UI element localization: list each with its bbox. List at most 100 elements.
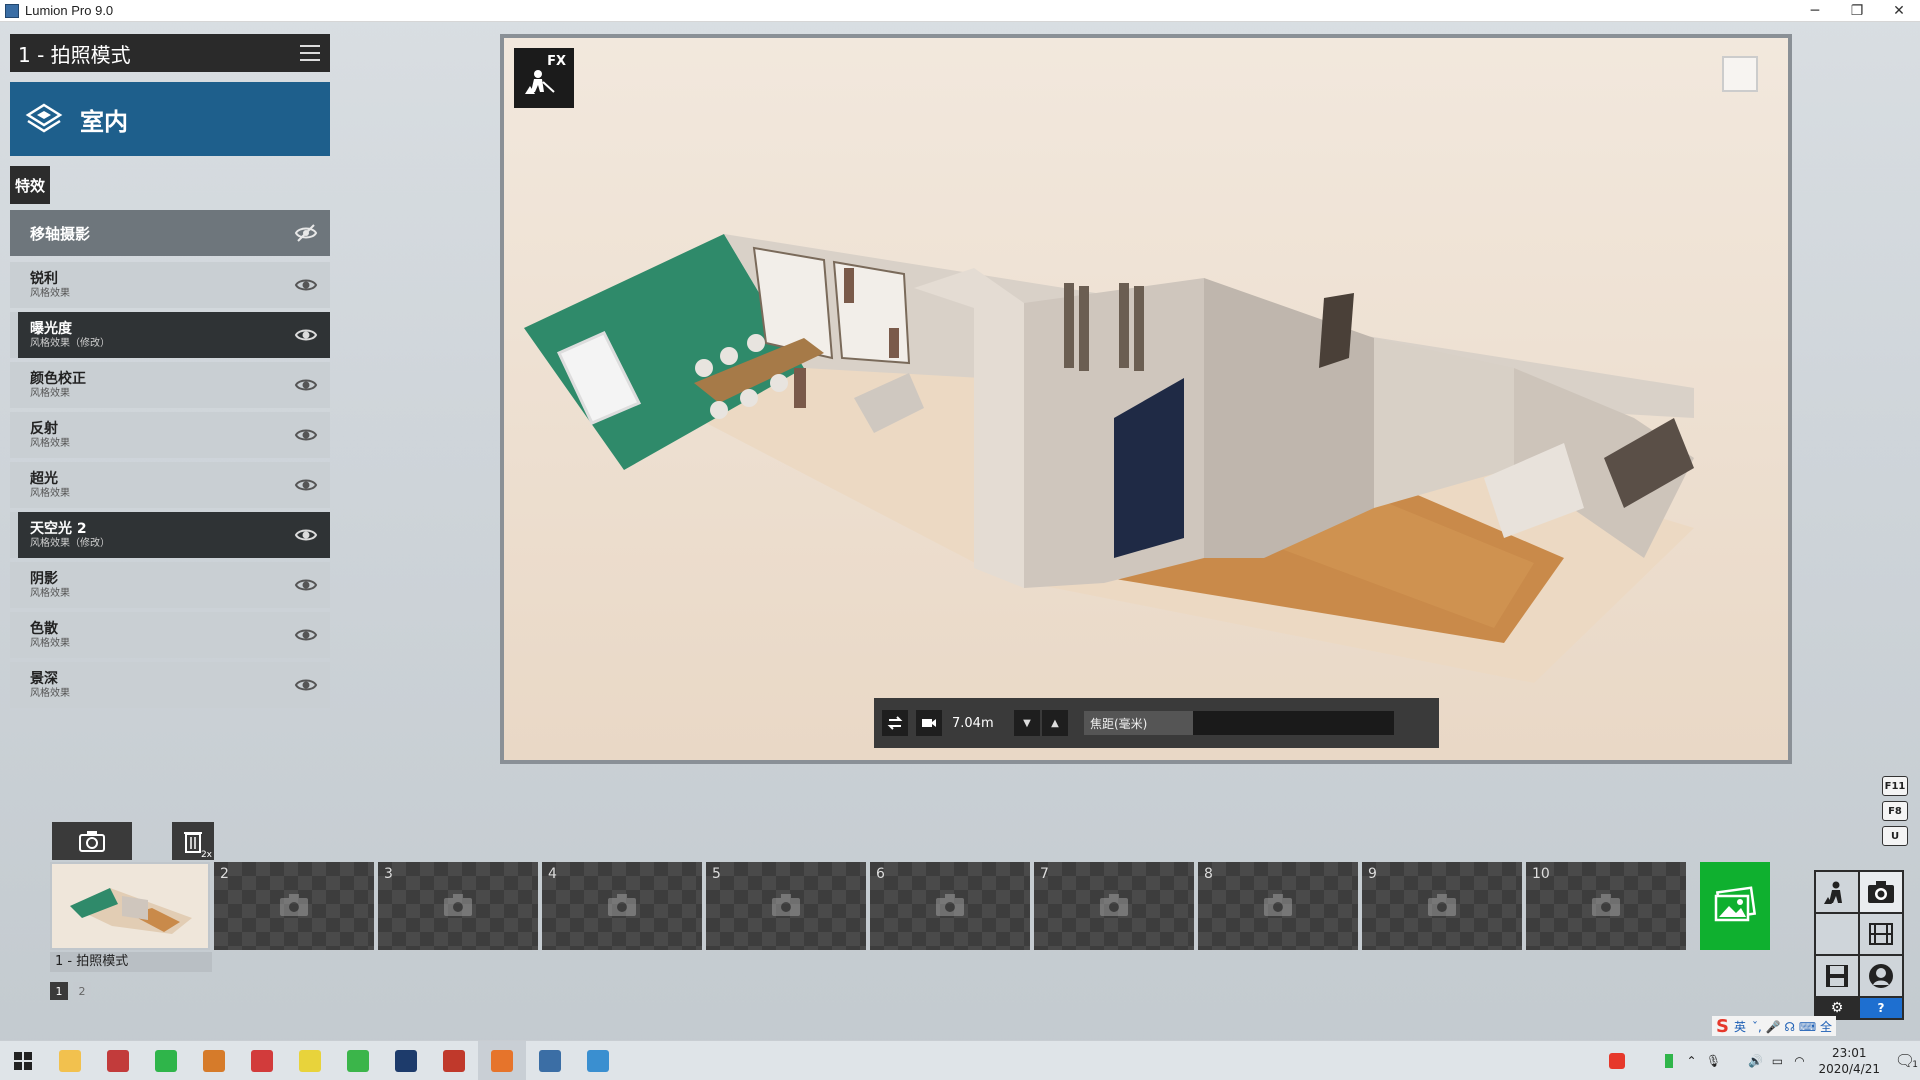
swap-camera-button[interactable]: [882, 710, 908, 736]
camera-placeholder-icon: [1264, 894, 1292, 916]
power-icon[interactable]: ▭: [1766, 1050, 1788, 1072]
close-button[interactable]: ✕: [1878, 0, 1920, 22]
mode-panel: ⚙ ?: [1814, 870, 1904, 1020]
file-explorer-icon: [59, 1049, 81, 1072]
taskbar-app-lumion[interactable]: [478, 1040, 526, 1080]
taskbar-app-player[interactable]: [286, 1041, 334, 1080]
eye-icon[interactable]: [294, 574, 318, 596]
maximize-button[interactable]: ❐: [1836, 0, 1878, 22]
render-photo-button[interactable]: [1700, 862, 1770, 950]
eye-icon[interactable]: [294, 474, 318, 496]
photo-slot[interactable]: 8: [1198, 862, 1358, 950]
fx-edit-button[interactable]: FX: [514, 48, 574, 108]
effect-item[interactable]: 景深 风格效果: [10, 662, 330, 708]
photoshop-icon: [395, 1049, 417, 1072]
photo-slot[interactable]: 5: [706, 862, 866, 950]
delete-photo-button[interactable]: 2x: [172, 822, 214, 860]
render-viewport[interactable]: FX 7.04m ▼ ▲ 焦距(毫米): [500, 34, 1792, 764]
taskbar-app-app-orange[interactable]: [190, 1041, 238, 1080]
chevron-up-icon[interactable]: ⌃: [1680, 1050, 1702, 1072]
wifi-icon[interactable]: ◠: [1788, 1050, 1810, 1072]
lumion-app-icon: [5, 3, 19, 18]
taskbar-app-app-remote[interactable]: [574, 1041, 622, 1080]
take-photo-button[interactable]: [52, 822, 132, 860]
effect-tilt-shift[interactable]: 移轴摄影: [10, 210, 330, 256]
eye-icon[interactable]: [294, 674, 318, 696]
notification-icon[interactable]: 🗨 1: [1890, 1050, 1920, 1072]
sogou-tray-icon[interactable]: [1606, 1050, 1628, 1072]
photo-slot[interactable]: 10: [1526, 862, 1686, 950]
shortcut-key[interactable]: F11: [1882, 776, 1908, 796]
effect-item[interactable]: 锐利 风格效果: [10, 262, 330, 308]
photo-slot[interactable]: 7: [1034, 862, 1194, 950]
taskbar-app-app-red-grid[interactable]: [94, 1041, 142, 1080]
height-down-button[interactable]: ▼: [1014, 710, 1040, 736]
spacer-cell: [1816, 914, 1858, 954]
volume-icon[interactable]: 🔊: [1744, 1050, 1766, 1072]
taskbar-app-file-explorer[interactable]: [46, 1041, 94, 1080]
ime-language[interactable]: 英: [1734, 1018, 1746, 1035]
page-number[interactable]: 1: [50, 982, 68, 1000]
movie-mode-button[interactable]: [1860, 914, 1902, 954]
minimize-button[interactable]: ─: [1794, 0, 1836, 22]
effect-item[interactable]: 超光 风格效果: [10, 462, 330, 508]
effects-tab[interactable]: 特效: [10, 166, 50, 204]
taskbar-app-app-green[interactable]: [142, 1041, 190, 1080]
taskbar-app-wechat[interactable]: [334, 1041, 382, 1080]
camera-height-button[interactable]: [916, 710, 942, 736]
photo-slot-1[interactable]: [50, 862, 210, 950]
microphone-icon[interactable]: 🎙: [1702, 1050, 1724, 1072]
effect-item[interactable]: 阴影 风格效果: [10, 562, 330, 608]
effect-item[interactable]: 颜色校正 风格效果: [10, 362, 330, 408]
eye-icon[interactable]: [294, 374, 318, 396]
eye-icon[interactable]: [294, 524, 318, 546]
height-up-button[interactable]: ▲: [1042, 710, 1068, 736]
photo-thumbnail: [52, 864, 208, 948]
slot-number: 4: [548, 866, 557, 882]
help-button[interactable]: ?: [1860, 998, 1902, 1018]
shortcut-key[interactable]: F8: [1882, 801, 1908, 821]
menu-icon[interactable]: [300, 45, 320, 61]
effect-item[interactable]: 反射 风格效果: [10, 412, 330, 458]
build-mode-button[interactable]: [1816, 872, 1858, 912]
focal-length-slider[interactable]: 焦距(毫米): [1084, 711, 1394, 735]
effect-item[interactable]: 曝光度 风格效果（修改）: [10, 312, 330, 358]
clock[interactable]: 23:01 2020/4/21: [1818, 1045, 1880, 1077]
eye-icon[interactable]: [294, 424, 318, 446]
taskbar-app-app-pdf[interactable]: [430, 1041, 478, 1080]
photo-slot[interactable]: 3: [378, 862, 538, 950]
camera-placeholder-icon: [1592, 894, 1620, 916]
photo-slot[interactable]: 6: [870, 862, 1030, 950]
panorama-mode-button[interactable]: [1860, 956, 1902, 996]
camera-placeholder-icon: [608, 894, 636, 916]
effect-item[interactable]: 色散 风格效果: [10, 612, 330, 658]
swap-icon: [887, 716, 903, 730]
photo-slot[interactable]: 2: [214, 862, 374, 950]
eye-icon[interactable]: [294, 324, 318, 346]
photo-slot[interactable]: 4: [542, 862, 702, 950]
app-red-grid-icon: [107, 1049, 129, 1072]
eye-off-icon[interactable]: [294, 221, 318, 245]
page-number[interactable]: 2: [73, 982, 91, 1000]
taskbar-app-app-cad[interactable]: [526, 1041, 574, 1080]
effect-subtitle: 风格效果: [30, 287, 70, 299]
floppy-disk-icon: [1826, 965, 1848, 987]
effect-item[interactable]: 天空光 2 风格效果（修改）: [10, 512, 330, 558]
taskbar-app-app-red[interactable]: [238, 1041, 286, 1080]
effect-subtitle: 风格效果（修改）: [30, 337, 110, 349]
photo-slot[interactable]: 9: [1362, 862, 1522, 950]
ime-toolbar[interactable]: S 英 ˇ, 🎤 ☊ ⌨ 全: [1712, 1016, 1836, 1037]
eye-icon[interactable]: [294, 624, 318, 646]
preview-toggle[interactable]: [1722, 56, 1758, 92]
battery-tray-icon[interactable]: [1658, 1050, 1680, 1072]
effect-name: 天空光 2: [30, 520, 87, 537]
taskbar-app-photoshop[interactable]: [382, 1041, 430, 1080]
film-icon: [1869, 923, 1893, 945]
settings-button[interactable]: ⚙: [1816, 998, 1858, 1018]
scene-style-tile[interactable]: 室内: [10, 82, 330, 156]
save-button[interactable]: [1816, 956, 1858, 996]
start-button[interactable]: [0, 1041, 46, 1080]
eye-icon[interactable]: [294, 274, 318, 296]
shortcut-key[interactable]: U: [1882, 826, 1908, 846]
photo-mode-button[interactable]: [1860, 872, 1902, 912]
